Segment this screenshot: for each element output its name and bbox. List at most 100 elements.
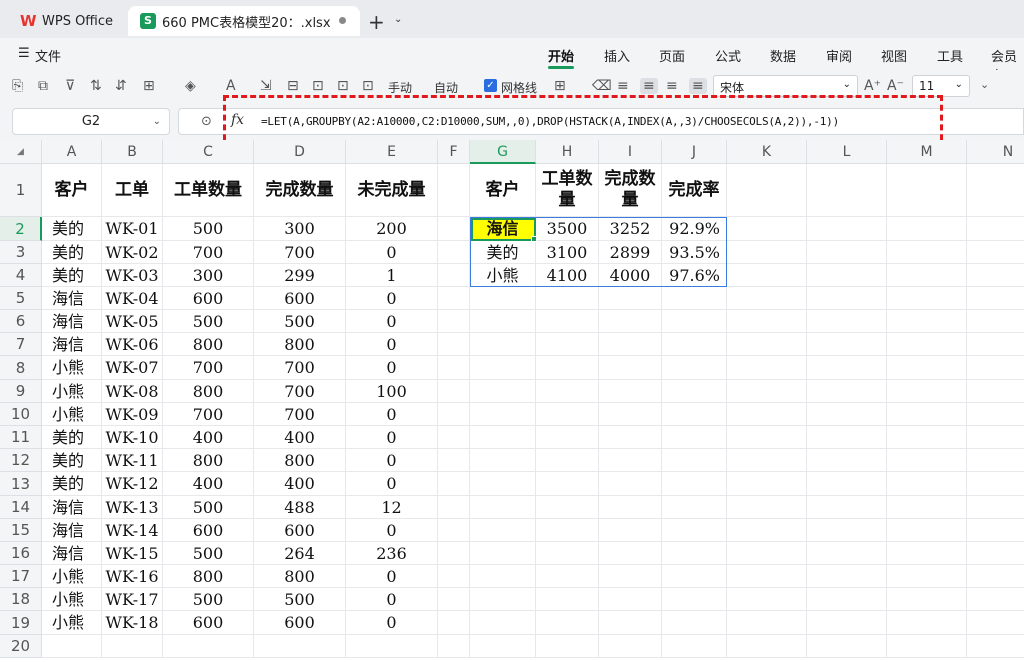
- grid-cell[interactable]: [967, 403, 1024, 426]
- grid-cell[interactable]: [536, 588, 599, 611]
- table-cell[interactable]: 美的: [42, 217, 102, 241]
- summary-cell[interactable]: 美的: [470, 241, 536, 264]
- grid-cell[interactable]: [807, 164, 887, 217]
- table-cell[interactable]: 0: [346, 333, 438, 356]
- summary-cell[interactable]: 97.6%: [662, 264, 727, 287]
- column-header-j[interactable]: J: [662, 140, 727, 164]
- row-header-14[interactable]: 14: [0, 496, 42, 519]
- grid-cell[interactable]: [470, 519, 536, 542]
- table-cell[interactable]: 400: [254, 472, 346, 496]
- table-cell[interactable]: 236: [346, 542, 438, 565]
- grid-cell[interactable]: [727, 164, 807, 217]
- table-cell[interactable]: 海信: [42, 542, 102, 565]
- summary-cell[interactable]: 93.5%: [662, 241, 727, 264]
- table-cell[interactable]: 小熊: [42, 380, 102, 403]
- row-header-20[interactable]: 20: [0, 635, 42, 658]
- grid-cell[interactable]: [438, 287, 470, 310]
- grid-cell[interactable]: [727, 496, 807, 519]
- table-cell[interactable]: 400: [163, 426, 254, 449]
- fill-handle[interactable]: [531, 236, 537, 242]
- grid-cell[interactable]: [438, 472, 470, 496]
- grid-cell[interactable]: [662, 588, 727, 611]
- table-cell[interactable]: WK-18: [102, 611, 163, 635]
- grid-cell[interactable]: [887, 611, 967, 635]
- table-cell[interactable]: WK-13: [102, 496, 163, 519]
- grid-cell[interactable]: [807, 380, 887, 403]
- table-cell[interactable]: 500: [254, 588, 346, 611]
- table-cell[interactable]: 200: [346, 217, 438, 241]
- grid-cell[interactable]: [42, 635, 102, 658]
- table-cell[interactable]: WK-17: [102, 588, 163, 611]
- table-cell[interactable]: 488: [254, 496, 346, 519]
- grid-cell[interactable]: [536, 333, 599, 356]
- grid-cell[interactable]: [887, 635, 967, 658]
- grid-cell[interactable]: [438, 519, 470, 542]
- formula-text[interactable]: =LET(A,GROUPBY(A2:A10000,C2:D10000,SUM,,…: [261, 115, 839, 128]
- grid-cell[interactable]: [887, 449, 967, 472]
- table-cell[interactable]: 299: [254, 264, 346, 287]
- grid-cell[interactable]: [727, 449, 807, 472]
- table-cell[interactable]: 800: [163, 380, 254, 403]
- grid-cell[interactable]: [536, 496, 599, 519]
- row-header-4[interactable]: 4: [0, 264, 42, 287]
- grid-cell[interactable]: [438, 611, 470, 635]
- grid-cell[interactable]: [662, 403, 727, 426]
- grid-cell[interactable]: [727, 380, 807, 403]
- column-header-k[interactable]: K: [727, 140, 807, 164]
- table-cell[interactable]: 海信: [42, 496, 102, 519]
- table-cell[interactable]: 800: [163, 565, 254, 588]
- table-cell[interactable]: WK-14: [102, 519, 163, 542]
- tab-file[interactable]: S 660 PMC表格模型20：.xlsx: [128, 6, 360, 36]
- grid-cell[interactable]: [887, 496, 967, 519]
- table-cell[interactable]: 小熊: [42, 403, 102, 426]
- grid-cell[interactable]: [807, 241, 887, 264]
- grid-cell[interactable]: [536, 426, 599, 449]
- grid-cell[interactable]: [887, 310, 967, 333]
- table-cell[interactable]: 800: [163, 449, 254, 472]
- grid-cell[interactable]: [438, 380, 470, 403]
- grid-cell[interactable]: [887, 287, 967, 310]
- align-right-icon[interactable]: ≡: [666, 78, 678, 94]
- table-cell[interactable]: 0: [346, 426, 438, 449]
- grid-cell[interactable]: [887, 403, 967, 426]
- table-cell[interactable]: 小熊: [42, 611, 102, 635]
- align-left-icon[interactable]: ≡: [617, 78, 629, 94]
- column-header-e[interactable]: E: [346, 140, 438, 164]
- grid-cell[interactable]: [438, 588, 470, 611]
- insert-row-icon[interactable]: ⊡: [312, 78, 324, 94]
- grid-cell[interactable]: [536, 542, 599, 565]
- column-header-b[interactable]: B: [102, 140, 163, 164]
- table-cell[interactable]: WK-15: [102, 542, 163, 565]
- fx-icon[interactable]: fx: [231, 112, 244, 128]
- grid-cell[interactable]: [807, 635, 887, 658]
- table-cell[interactable]: 0: [346, 588, 438, 611]
- table-cell[interactable]: 600: [163, 611, 254, 635]
- grid-cell[interactable]: [967, 380, 1024, 403]
- grid-cell[interactable]: [727, 635, 807, 658]
- hamburger-icon[interactable]: ☰: [18, 46, 30, 61]
- grid-cell[interactable]: [438, 310, 470, 333]
- grid-cell[interactable]: [470, 403, 536, 426]
- select-all-corner[interactable]: ◢: [0, 140, 42, 164]
- table-header-cell[interactable]: 未完成量: [346, 164, 438, 217]
- grid-cell[interactable]: [967, 426, 1024, 449]
- grid-cell[interactable]: [887, 565, 967, 588]
- zoom-icon[interactable]: ⊙: [201, 114, 212, 129]
- grid-cell[interactable]: [662, 287, 727, 310]
- grid-cell[interactable]: [967, 519, 1024, 542]
- summary-header-cell[interactable]: 工单数 量: [536, 164, 599, 217]
- table-cell[interactable]: 600: [163, 287, 254, 310]
- row-header-8[interactable]: 8: [0, 356, 42, 380]
- table-cell[interactable]: 500: [163, 217, 254, 241]
- table-cell[interactable]: 0: [346, 310, 438, 333]
- grid-cell[interactable]: [599, 287, 662, 310]
- grid-cell[interactable]: [727, 403, 807, 426]
- grid-cell[interactable]: [967, 310, 1024, 333]
- table-cell[interactable]: 700: [163, 356, 254, 380]
- menu-tools[interactable]: 工具: [937, 46, 963, 65]
- grid-cell[interactable]: [727, 264, 807, 287]
- grid-cell[interactable]: [438, 635, 470, 658]
- grid-cell[interactable]: [599, 380, 662, 403]
- table-cell[interactable]: 700: [254, 380, 346, 403]
- table-cell[interactable]: 0: [346, 472, 438, 496]
